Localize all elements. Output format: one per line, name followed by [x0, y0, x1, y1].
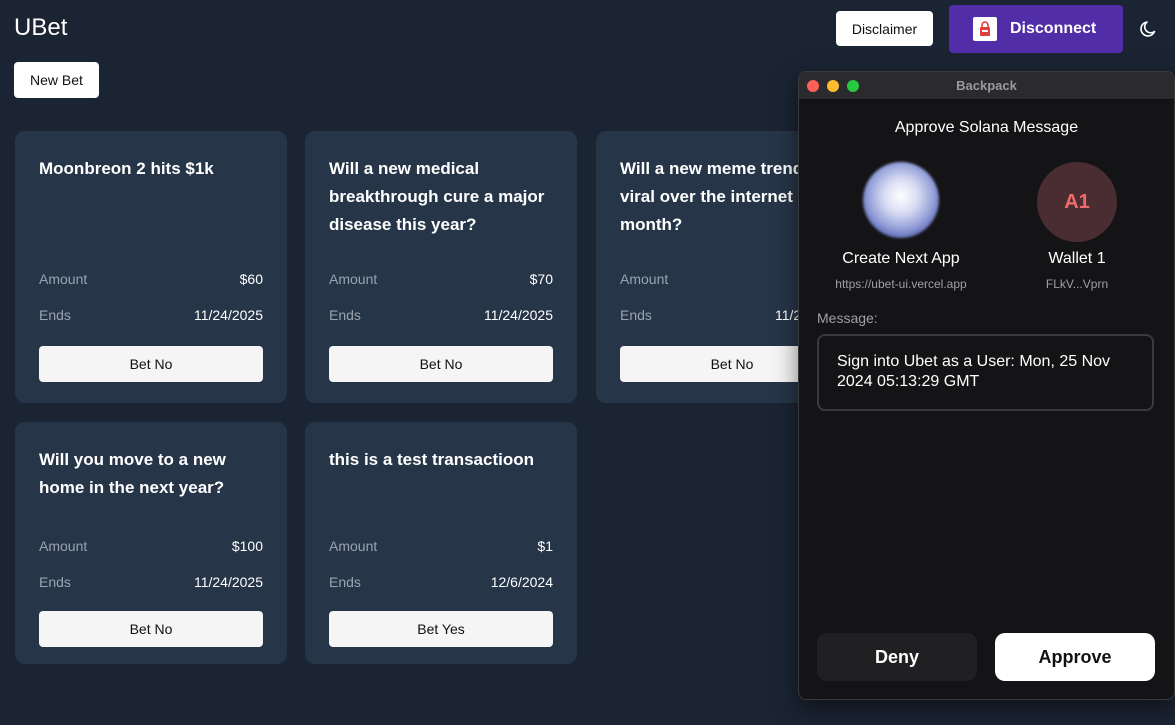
moon-icon[interactable] — [1139, 19, 1159, 39]
ends-value: 11/24/2025 — [193, 574, 263, 590]
bet-no-button[interactable]: Bet No — [39, 346, 263, 382]
ends-label: Ends — [329, 307, 361, 323]
bet-no-button[interactable]: Bet No — [39, 611, 263, 647]
disclaimer-button[interactable]: Disclaimer — [836, 11, 933, 46]
bet-title: Moonbreon 2 hits $1k — [39, 159, 214, 178]
app-title: UBet — [14, 14, 68, 41]
backpack-popup: Backpack Approve Solana Message A1 Creat… — [798, 71, 1175, 700]
amount-value: $1 — [537, 538, 553, 554]
approve-button[interactable]: Approve — [995, 633, 1155, 681]
deny-button[interactable]: Deny — [817, 633, 977, 681]
approve-heading: Approve Solana Message — [894, 119, 1079, 136]
bet-title: Will a new medical breakthrough cure a m… — [329, 159, 545, 234]
new-bet-button[interactable]: New Bet — [14, 62, 99, 98]
amount-value: $60 — [239, 271, 263, 287]
ends-value: 12/6/2024 — [490, 574, 553, 590]
bet-card: Moonbreon 2 hits $1k Amount $60 Ends 11/… — [15, 131, 287, 403]
amount-label: Amount — [39, 538, 88, 554]
wallet-lock-icon — [973, 17, 997, 41]
ends-label: Ends — [620, 307, 652, 323]
bet-no-button[interactable]: Bet No — [329, 346, 553, 382]
app-name: Create Next App — [842, 250, 960, 267]
ends-label: Ends — [329, 574, 361, 590]
message-box: Sign into Ubet as a User: Mon, 25 Nov 20… — [817, 334, 1154, 411]
amount-label: Amount — [39, 271, 88, 287]
wallet-name: Wallet 1 — [1048, 250, 1106, 267]
amount-value: $70 — [529, 271, 553, 287]
wallet-avatar: A1 — [1037, 162, 1117, 242]
app-url: https://ubet-ui.vercel.app — [835, 277, 967, 291]
popup-window-title: Backpack — [956, 78, 1017, 93]
disconnect-label: Disconnect — [1010, 20, 1097, 37]
globe-icon — [863, 162, 939, 238]
bet-yes-button[interactable]: Bet Yes — [329, 611, 553, 647]
amount-value: $100 — [231, 538, 263, 554]
ends-value: 11/24/2025 — [483, 307, 553, 323]
bet-title: this is a test transactioon — [329, 450, 534, 469]
amount-label: Amount — [620, 271, 669, 287]
popup-titlebar: Backpack — [799, 72, 1174, 100]
ends-label: Ends — [39, 574, 71, 590]
ends-value: 11/24/2025 — [193, 307, 263, 323]
message-label: Message: — [817, 310, 878, 326]
bet-card: Will you move to a new home in the next … — [15, 422, 287, 664]
amount-label: Amount — [329, 538, 378, 554]
wallet-address: FLkV...Vprn — [1045, 277, 1109, 291]
disconnect-button[interactable]: Disconnect — [949, 5, 1123, 53]
bet-title: Will you move to a new home in the next … — [39, 450, 226, 497]
amount-label: Amount — [329, 271, 378, 287]
bet-card: Will a new medical breakthrough cure a m… — [305, 131, 577, 403]
bet-card: this is a test transactioon Amount $1 En… — [305, 422, 577, 664]
ends-label: Ends — [39, 307, 71, 323]
